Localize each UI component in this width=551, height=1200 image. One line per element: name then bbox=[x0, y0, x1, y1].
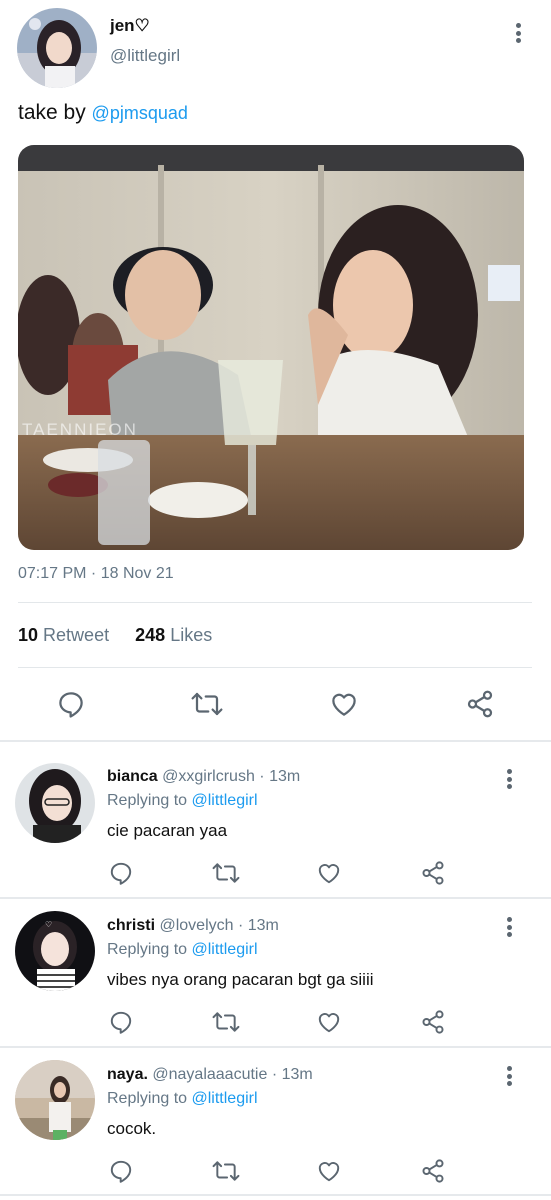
speech-bubble-icon[interactable] bbox=[52, 688, 90, 720]
more-vertical-icon[interactable] bbox=[502, 915, 516, 939]
reply-author-handle[interactable]: @lovelych bbox=[159, 917, 233, 934]
share-icon[interactable] bbox=[460, 688, 500, 720]
reply-avatar[interactable] bbox=[15, 1060, 95, 1140]
speech-bubble-icon[interactable] bbox=[104, 858, 138, 888]
likes-label[interactable]: Likes bbox=[170, 625, 212, 645]
share-icon[interactable] bbox=[416, 1007, 450, 1037]
replying-to: Replying to @littlegirl bbox=[107, 1090, 258, 1108]
retweet-icon[interactable] bbox=[208, 1007, 244, 1037]
divider bbox=[18, 602, 532, 603]
replying-to-mention[interactable]: @littlegirl bbox=[192, 941, 258, 958]
section-separator bbox=[0, 1046, 551, 1048]
reply-author-name[interactable]: bianca bbox=[107, 768, 158, 785]
author-avatar[interactable] bbox=[17, 8, 97, 88]
reply-action-bar bbox=[0, 1154, 551, 1188]
tweet-text: take by @pjmsquad bbox=[18, 101, 188, 125]
reply-header: naya. @nayalaaacutie · 13m bbox=[107, 1066, 313, 1084]
tweet-action-bar bbox=[0, 684, 551, 724]
section-separator bbox=[0, 740, 551, 742]
replying-to: Replying to @littlegirl bbox=[107, 792, 258, 810]
reply-header: christi @lovelych · 13m bbox=[107, 917, 279, 935]
more-vertical-icon[interactable] bbox=[502, 1064, 516, 1088]
heart-icon[interactable] bbox=[312, 1007, 346, 1037]
reply-author-handle[interactable]: @xxgirlcrush bbox=[162, 768, 255, 785]
retweet-label[interactable]: Retweet bbox=[43, 625, 109, 645]
retweet-icon[interactable] bbox=[208, 858, 244, 888]
speech-bubble-icon[interactable] bbox=[104, 1156, 138, 1186]
more-vertical-icon[interactable] bbox=[502, 767, 516, 791]
tweet-stats: 10 Retweet 248 Likes bbox=[18, 625, 212, 646]
speech-bubble-icon[interactable] bbox=[104, 1007, 138, 1037]
reply-action-bar bbox=[0, 1005, 551, 1039]
author-name[interactable]: jen♡ bbox=[110, 16, 150, 36]
retweet-icon[interactable] bbox=[187, 688, 227, 720]
tweet-timestamp: 07:17 PM · 18 Nov 21 bbox=[18, 565, 174, 582]
reply-author-name[interactable]: christi bbox=[107, 917, 155, 934]
replying-to-label: Replying to bbox=[107, 941, 188, 958]
divider bbox=[18, 667, 532, 668]
likes-count[interactable]: 248 bbox=[135, 625, 165, 645]
reply-header: bianca @xxgirlcrush · 13m bbox=[107, 768, 300, 786]
mention-link[interactable]: @pjmsquad bbox=[92, 103, 188, 123]
more-vertical-icon[interactable] bbox=[511, 21, 525, 45]
heart-icon[interactable] bbox=[312, 858, 346, 888]
photo-watermark: TAENNIEON bbox=[22, 420, 138, 439]
tweet-photo[interactable]: TAENNIEON bbox=[18, 145, 524, 550]
reply-action-bar bbox=[0, 856, 551, 890]
heart-icon[interactable] bbox=[312, 1156, 346, 1186]
reply-time: · 13m bbox=[271, 1066, 313, 1083]
share-icon[interactable] bbox=[416, 858, 450, 888]
replying-to-mention[interactable]: @littlegirl bbox=[192, 792, 258, 809]
reply-text: cocok. bbox=[107, 1119, 157, 1138]
reply-avatar[interactable] bbox=[15, 763, 95, 843]
author-handle[interactable]: @littlegirl bbox=[110, 46, 180, 66]
section-separator bbox=[0, 1194, 551, 1196]
reply-avatar[interactable]: ♡ bbox=[15, 911, 95, 991]
reply-text: cie pacaran yaa bbox=[107, 821, 228, 840]
replying-to-mention[interactable]: @littlegirl bbox=[192, 1090, 258, 1107]
replying-to-label: Replying to bbox=[107, 792, 188, 809]
svg-text:♡: ♡ bbox=[45, 920, 52, 929]
reply-time: · 13m bbox=[259, 768, 301, 785]
reply-text: vibes nya orang pacaran bgt ga siiii bbox=[107, 970, 374, 989]
replying-to-label: Replying to bbox=[107, 1090, 188, 1107]
retweet-count[interactable]: 10 bbox=[18, 625, 38, 645]
heart-icon[interactable] bbox=[324, 688, 364, 720]
tweet-text-prefix: take by bbox=[18, 101, 92, 124]
share-icon[interactable] bbox=[416, 1156, 450, 1186]
reply-author-name[interactable]: naya. bbox=[107, 1066, 148, 1083]
replying-to: Replying to @littlegirl bbox=[107, 941, 258, 959]
reply-time: · 13m bbox=[237, 917, 279, 934]
retweet-icon[interactable] bbox=[208, 1156, 244, 1186]
reply-author-handle[interactable]: @nayalaaacutie bbox=[152, 1066, 267, 1083]
section-separator bbox=[0, 897, 551, 899]
